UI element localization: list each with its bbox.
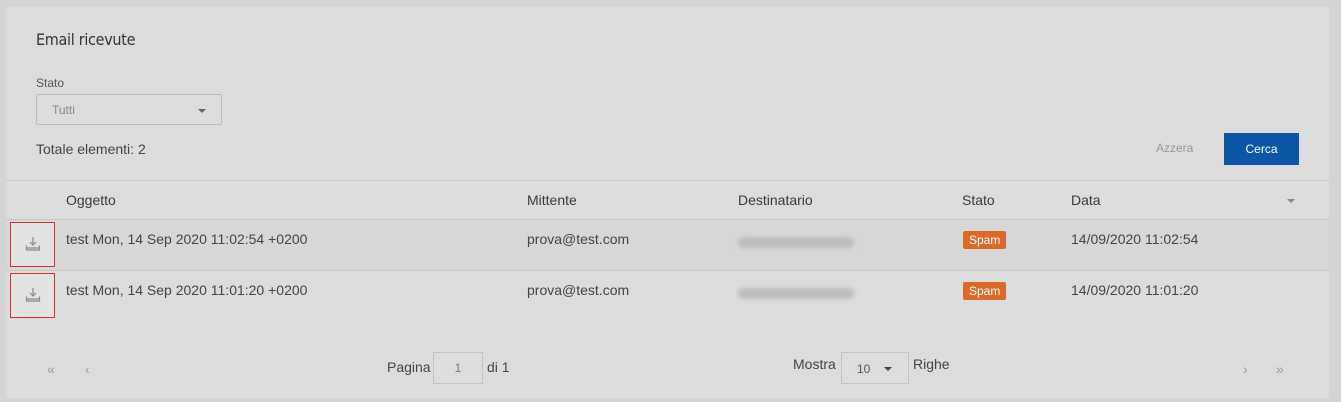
column-header-stato[interactable]: Stato [962,192,995,208]
stato-filter-label: Stato [36,76,65,90]
status-badge: Spam [963,282,1007,300]
pagination: « ‹ Pagina 1 di 1 Mostra 10 Righe › » [6,351,1329,385]
download-button[interactable] [10,222,55,267]
table-row[interactable]: test Mon, 14 Sep 2020 11:01:20 +0200 pro… [6,271,1329,322]
cell-mittente: prova@test.com [527,282,630,298]
search-button[interactable]: Cerca [1224,133,1299,165]
rows-per-page-value: 10 [857,362,871,376]
download-icon [25,237,41,251]
chevron-down-icon [198,109,206,113]
cell-mittente: prova@test.com [527,231,630,247]
rows-per-page-select[interactable]: 10 [841,352,909,384]
first-page-icon[interactable]: « [47,361,55,377]
column-header-mittente[interactable]: Mittente [527,192,577,208]
download-icon [25,288,41,302]
previous-page-icon[interactable]: ‹ [85,361,90,377]
stato-select[interactable]: Tutti [36,94,222,125]
emails-panel: Email ricevute Stato Tutti Totale elemen… [6,7,1329,398]
page-label: Pagina [387,359,431,375]
column-header-destinatario[interactable]: Destinatario [738,192,813,208]
cell-oggetto: test Mon, 14 Sep 2020 11:01:20 +0200 [66,282,308,298]
sort-chevron-down-icon[interactable] [1287,199,1295,203]
stato-select-value: Tutti [52,103,75,117]
page-title: Email ricevute [36,30,136,49]
cell-data: 14/09/2020 11:02:54 [1071,231,1199,247]
page-total: di 1 [487,359,510,375]
cell-oggetto: test Mon, 14 Sep 2020 11:02:54 +0200 [66,231,308,247]
reset-button[interactable]: Azzera [1156,141,1193,155]
column-header-oggetto[interactable]: Oggetto [66,192,116,208]
table-header: Oggetto Mittente Destinatario Stato Data [6,180,1329,220]
cell-destinatario-redacted [738,288,854,299]
next-page-icon[interactable]: › [1243,361,1248,377]
download-button[interactable] [10,273,55,318]
table-row[interactable]: test Mon, 14 Sep 2020 11:02:54 +0200 pro… [6,220,1329,271]
status-badge: Spam [963,231,1007,249]
page-input[interactable]: 1 [433,352,483,384]
chevron-down-icon [884,367,892,371]
column-header-data[interactable]: Data [1071,192,1101,208]
rows-per-page-label: Mostra [793,356,836,372]
total-count: Totale elementi: 2 [36,141,146,157]
rows-label: Righe [913,356,950,372]
last-page-icon[interactable]: » [1276,361,1284,377]
cell-destinatario-redacted [738,237,854,248]
cell-data: 14/09/2020 11:01:20 [1071,282,1199,298]
